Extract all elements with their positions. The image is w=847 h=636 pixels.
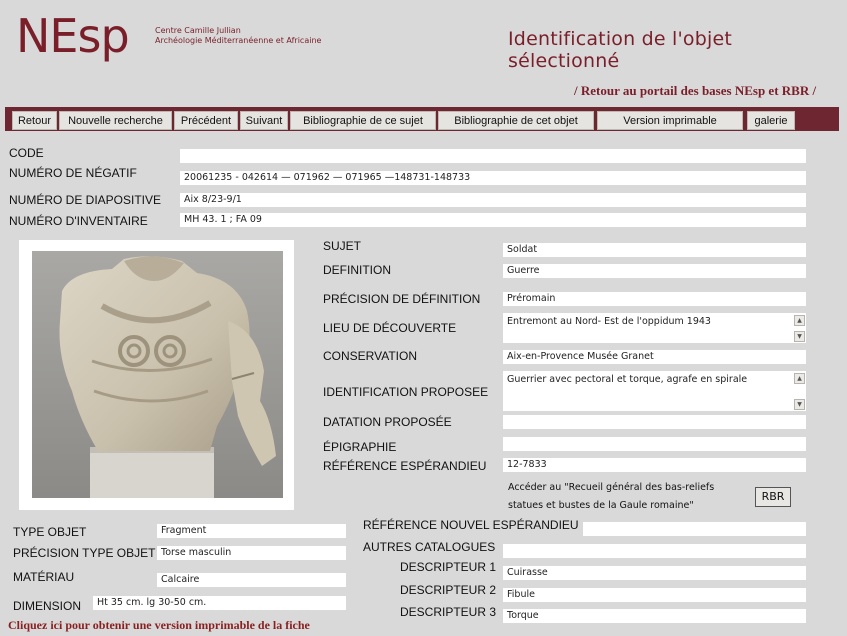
retour-button[interactable]: Retour	[12, 111, 57, 130]
nesp-logo: NEsp	[16, 9, 130, 63]
code-label: CODE	[9, 146, 44, 160]
object-bibliography-button[interactable]: Bibliographie de cet objet	[438, 111, 594, 130]
descriptor-1-label: DESCRIPTEUR 1	[400, 560, 497, 574]
slide-number-label: NUMÉRO DE DIAPOSITIVE	[9, 193, 162, 207]
scroll-up-icon[interactable]: ▲	[794, 373, 805, 384]
next-button[interactable]: Suivant	[240, 111, 288, 130]
portal-link[interactable]: / Retour au portail des bases NEsp et RB…	[574, 83, 816, 99]
definition-precision-label: PRÉCISION DE DÉFINITION	[323, 292, 481, 306]
centre-info: Centre Camille Jullian Archéologie Médit…	[155, 26, 321, 46]
object-type-label: TYPE OBJET	[13, 525, 87, 539]
recueil-link-text: Accéder au "Recueil général des bas-reli…	[508, 479, 748, 515]
esperandieu-reference-field: 12-7833	[503, 458, 806, 472]
new-esperandieu-reference-label: RÉFÉRENCE NOUVEL ESPÉRANDIEU	[363, 518, 579, 532]
negative-number-field: 20061235 - 042614 — 071962 — 071965 —148…	[180, 171, 806, 185]
descriptor-2-field: Fibule	[503, 588, 806, 602]
other-catalogues-field	[503, 544, 806, 558]
rbr-button[interactable]: RBR	[755, 487, 791, 507]
definition-field: Guerre	[503, 264, 806, 278]
discovery-place-label: LIEU DE DÉCOUVERTE	[323, 321, 457, 335]
descriptor-3-label: DESCRIPTEUR 3	[400, 605, 497, 619]
discovery-place-text: Entremont au Nord- Est de l'oppidum 1943	[507, 316, 711, 327]
object-type-precision-field: Torse masculin	[157, 546, 346, 560]
subject-bibliography-button[interactable]: Bibliographie de ce sujet	[290, 111, 436, 130]
identification-label: IDENTIFICATION PROPOSEE	[323, 385, 489, 399]
dimension-field: Ht 35 cm. lg 30-50 cm.	[93, 596, 346, 610]
descriptor-3-field: Torque	[503, 609, 806, 623]
epigraphy-label: ÉPIGRAPHIE	[323, 440, 397, 454]
definition-precision-field: Préromain	[503, 292, 806, 306]
code-field	[180, 149, 806, 163]
dating-field	[503, 415, 806, 429]
inventory-number-field: MH 43. 1 ; FA 09	[180, 213, 806, 227]
definition-label: DEFINITION	[323, 263, 391, 277]
scroll-up-icon[interactable]: ▲	[794, 315, 805, 326]
epigraphy-field	[503, 437, 806, 451]
discovery-place-field[interactable]: Entremont au Nord- Est de l'oppidum 1943…	[503, 313, 806, 343]
material-field: Calcaire	[157, 573, 346, 587]
new-search-button[interactable]: Nouvelle recherche	[59, 111, 172, 130]
material-label: MATÉRIAU	[13, 570, 75, 584]
printable-version-link[interactable]: Cliquez ici pour obtenir une version imp…	[8, 618, 310, 633]
printable-version-button[interactable]: Version imprimable	[597, 111, 743, 130]
esperandieu-reference-label: RÉFÉRENCE ESPÉRANDIEU	[323, 459, 487, 473]
inventory-number-label: NUMÉRO D'INVENTAIRE	[9, 214, 148, 228]
conservation-label: CONSERVATION	[323, 349, 418, 363]
subject-field: Soldat	[503, 243, 806, 257]
identification-field[interactable]: Guerrier avec pectoral et torque, agrafe…	[503, 371, 806, 411]
object-type-field: Fragment	[157, 524, 346, 538]
descriptor-1-field: Cuirasse	[503, 566, 806, 580]
previous-button[interactable]: Précédent	[174, 111, 238, 130]
scroll-down-icon[interactable]: ▼	[794, 399, 805, 410]
new-esperandieu-reference-field	[583, 522, 806, 536]
other-catalogues-label: AUTRES CATALOGUES	[363, 540, 496, 554]
object-photo[interactable]	[32, 251, 283, 498]
centre-subtitle: Archéologie Méditerranéenne et Africaine	[155, 36, 322, 45]
dating-label: DATATION PROPOSÉE	[323, 415, 452, 429]
torso-sculpture-image	[32, 251, 283, 498]
centre-name: Centre Camille Jullian	[155, 26, 241, 35]
gallery-button[interactable]: galerie	[747, 111, 795, 130]
slide-number-field: Aix 8/23-9/1	[180, 193, 806, 207]
subject-label: SUJET	[323, 239, 362, 253]
conservation-field: Aix-en-Provence Musée Granet	[503, 350, 806, 364]
page-title: Identification de l'objet sélectionné	[508, 28, 733, 72]
dimension-label: DIMENSION	[13, 599, 82, 613]
identification-text: Guerrier avec pectoral et torque, agrafe…	[507, 374, 748, 385]
recueil-line2: statues et bustes de la Gaule romaine"	[508, 500, 694, 511]
scroll-down-icon[interactable]: ▼	[794, 331, 805, 342]
recueil-line1: Accéder au "Recueil général des bas-reli…	[508, 482, 715, 493]
negative-number-label: NUMÉRO DE NÉGATIF	[9, 166, 137, 180]
object-type-precision-label: PRÉCISION TYPE OBJET	[13, 546, 156, 560]
descriptor-2-label: DESCRIPTEUR 2	[400, 583, 497, 597]
